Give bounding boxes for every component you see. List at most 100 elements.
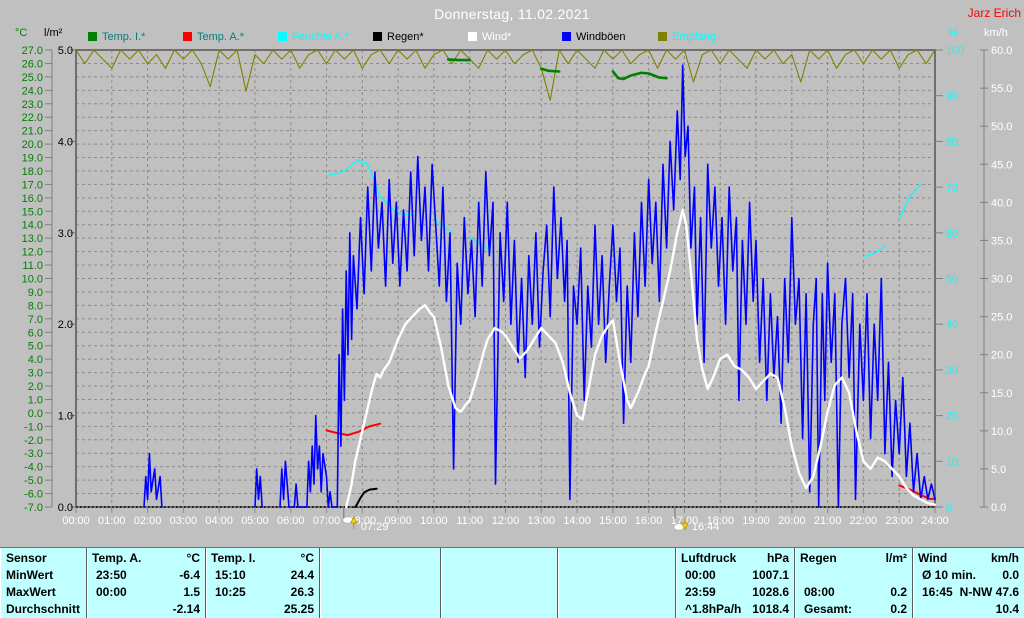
rain-axis: 5.0 4.0 3.0 2.0 1.0 0.0 — [58, 45, 76, 514]
stat-group-unit: km/h — [990, 551, 1019, 565]
x-axis-label: 22:00 — [850, 515, 878, 527]
stat-cell-value: 1007.1 — [752, 568, 789, 582]
temp-axis-tick-label: 22.0 — [22, 112, 43, 124]
stat-cell-time: ^1.8hPa/h — [685, 602, 742, 616]
legend-item-temp-a: Temp. A.* — [183, 31, 245, 43]
stat-cell-time — [320, 584, 329, 601]
stat-cell-time: 23:50 — [96, 568, 127, 582]
stat-cell-time: 08:00 — [804, 585, 835, 599]
stats-table: Sensor MinWert MaxWert Durchschnitt Temp. A.… — [0, 547, 1024, 618]
stat-cell-time: 00:00 — [685, 568, 716, 582]
stat-group-name: Temp. I. — [211, 551, 256, 565]
x-axis-label: 06:00 — [277, 515, 305, 527]
series-windböen — [143, 64, 936, 508]
stat-cell-value — [907, 567, 912, 584]
stat-cell-time — [441, 601, 450, 618]
wind-axis-tick-label: 40.0 — [991, 197, 1012, 209]
stat-group-unit — [670, 548, 675, 567]
temp-axis-tick-label: 18.0 — [22, 166, 43, 178]
temp-axis-tick-label: 17.0 — [22, 179, 43, 191]
stats-group-luftdruck: Luftdruck hPa 00:00 1007.1 23:59 1028.6 ^1.8hP… — [676, 548, 795, 618]
temp-axis-tick-label: 5.0 — [28, 341, 43, 353]
sunrise-icon — [342, 515, 358, 529]
weather-chart: 27.026.025.024.023.022.021.020.019.018.0… — [22, 45, 1013, 533]
weather-graph-window: { "header": { "title": "Donnerstag, 11.0… — [0, 0, 1024, 618]
humidity-axis: 1009080706050403020100 — [935, 45, 964, 514]
legend-item-empfang: Empfang — [658, 31, 716, 43]
stat-cell-value: 1018.4 — [752, 602, 789, 616]
stat-cell-value — [552, 567, 557, 584]
stat-group-unit: °C — [186, 551, 200, 565]
x-axis-label: 23:00 — [885, 515, 913, 527]
stat-row — [558, 601, 675, 618]
stat-cell-value — [435, 584, 440, 601]
legend-label: Wind* — [482, 31, 512, 43]
stat-cell-time — [206, 601, 215, 618]
stat-group-name — [441, 548, 446, 567]
legend-label: Windböen — [576, 31, 626, 43]
stat-cell-time: 16:45 — [922, 585, 953, 599]
wind-axis-tick-label: 45.0 — [991, 159, 1012, 171]
wind-axis-tick-label: 35.0 — [991, 235, 1012, 247]
legend-item-regen: Regen* — [373, 31, 424, 43]
stat-row: 15:10 24.4 — [206, 567, 319, 584]
wind-axis: 60.0 55.0 50.0 45.0 40.0 35.0 30.0 25.0 20.0 15.0… — [980, 45, 1012, 514]
legend-swatch — [468, 32, 477, 41]
x-axis-label: 20:00 — [778, 515, 806, 527]
wind-axis-tick-label: 25.0 — [991, 312, 1012, 324]
stat-cell-value: 25.25 — [283, 602, 314, 616]
x-axis-label: 02:00 — [134, 515, 162, 527]
wind-axis-tick-label: 0.0 — [991, 502, 1006, 514]
rain-axis-tick-label: 1.0 — [58, 411, 73, 423]
stat-group-name: Wind — [918, 551, 948, 565]
legend-swatch — [658, 32, 667, 41]
x-axis-label: 10:00 — [420, 515, 448, 527]
humidity-axis-tick-label: 60 — [946, 228, 958, 240]
x-axis-label: 11:00 — [456, 515, 483, 527]
stats-group-empty — [558, 548, 676, 618]
temp-axis-tick-label: 19.0 — [22, 153, 43, 165]
stat-cell-value — [670, 567, 675, 584]
stat-cell-value: 26.3 — [290, 585, 314, 599]
sunrise-label: 07:29 — [361, 521, 389, 533]
humidity-axis-tick-label: 0 — [946, 502, 952, 514]
stat-cell-value — [670, 601, 675, 618]
stats-row-label: Sensor — [6, 551, 47, 565]
sunset-label: 16:44 — [692, 521, 720, 533]
stat-cell-value — [435, 601, 440, 618]
stats-row-labels: Sensor MinWert MaxWert Durchschnitt — [0, 548, 87, 618]
stat-cell-time — [795, 567, 804, 584]
stat-row — [320, 584, 440, 601]
temp-axis-tick-label: 21.0 — [22, 126, 43, 138]
stat-cell-time: Ø 10 min. — [922, 568, 977, 582]
stat-cell-time — [87, 601, 96, 618]
temp-axis-tick-label: 27.0 — [22, 45, 43, 57]
legend-label: Temp. I.* — [102, 31, 146, 43]
stat-group-unit — [435, 548, 440, 567]
legend-swatch — [373, 32, 382, 41]
legend-item-windböen: Windböen — [562, 31, 626, 43]
stat-row: 10:25 26.3 — [206, 584, 319, 601]
legend-swatch — [88, 32, 97, 41]
legend-label: Temp. A.* — [197, 31, 245, 43]
stat-cell-value: N-NW 47.6 — [959, 585, 1019, 599]
stat-row: 16:45 N-NW 47.6 — [913, 584, 1024, 601]
x-axis-label: 16:00 — [635, 515, 663, 527]
stat-cell-value — [552, 601, 557, 618]
stat-group-name: Luftdruck — [681, 551, 737, 565]
stat-group-unit — [552, 548, 557, 567]
wind-axis-tick-label: 10.0 — [991, 426, 1012, 438]
stat-row: Gesamt: 0.2 — [795, 601, 912, 618]
stat-cell-value: 0.0 — [1002, 568, 1019, 582]
stats-group-empty — [441, 548, 558, 618]
temp-axis-tick-label: -1.0 — [24, 421, 43, 433]
stat-cell-value — [670, 584, 675, 601]
stat-row — [441, 567, 557, 584]
x-axis: 00:00 01:00 02:00 03:00 04:00 05:00 06:00 07:00… — [62, 507, 949, 527]
stat-cell-time — [558, 567, 567, 584]
humidity-axis-tick-label: 90 — [946, 91, 958, 103]
rain-axis-tick-label: 3.0 — [58, 228, 73, 240]
stat-cell-value: 0.2 — [890, 585, 907, 599]
temp-axis-tick-label: -3.0 — [24, 448, 43, 460]
stat-cell-time — [558, 584, 567, 601]
